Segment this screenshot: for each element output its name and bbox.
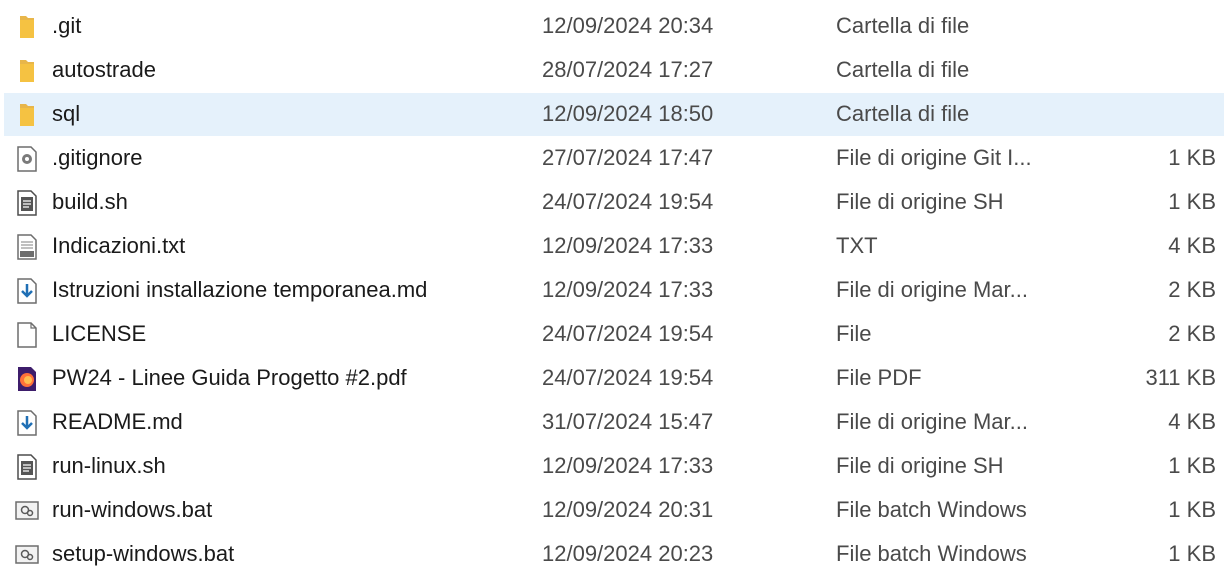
blank-file-icon (14, 321, 40, 349)
file-type: File batch Windows (836, 497, 1027, 522)
file-size: 4 KB (1168, 409, 1216, 434)
folder-icon (14, 101, 40, 129)
gear-file-icon (14, 145, 40, 173)
file-type: File PDF (836, 365, 922, 390)
file-date: 24/07/2024 19:54 (542, 321, 714, 346)
file-type: File batch Windows (836, 541, 1027, 566)
file-list: .git 12/09/2024 20:34 Cartella di file a… (0, 0, 1229, 570)
file-name: run-windows.bat (52, 497, 213, 522)
file-name: setup-windows.bat (52, 541, 235, 566)
file-row-license[interactable]: LICENSE 24/07/2024 19:54 File 2 KB (4, 313, 1224, 356)
file-size: 1 KB (1168, 145, 1216, 170)
file-date: 27/07/2024 17:47 (542, 145, 714, 170)
file-size: 2 KB (1168, 277, 1216, 302)
folder-icon (14, 57, 40, 85)
firefox-pdf-icon (14, 365, 40, 393)
file-row-git[interactable]: .git 12/09/2024 20:34 Cartella di file (4, 5, 1224, 48)
file-date: 24/07/2024 19:54 (542, 189, 714, 214)
file-date: 12/09/2024 18:50 (542, 101, 714, 126)
file-row-run-windows-bat[interactable]: run-windows.bat 12/09/2024 20:31 File ba… (4, 489, 1224, 532)
file-size: 1 KB (1168, 497, 1216, 522)
file-date: 12/09/2024 17:33 (542, 277, 714, 302)
file-row-sql[interactable]: sql 12/09/2024 18:50 Cartella di file (4, 93, 1224, 136)
folder-icon (14, 13, 40, 41)
file-date: 12/09/2024 20:31 (542, 497, 714, 522)
file-name: autostrade (52, 57, 156, 82)
file-name: run-linux.sh (52, 453, 166, 478)
file-name: PW24 - Linee Guida Progetto #2.pdf (52, 365, 407, 390)
file-type: Cartella di file (836, 101, 970, 126)
file-row-istruzioni-md[interactable]: Istruzioni installazione temporanea.md 1… (4, 269, 1224, 312)
file-name: .gitignore (52, 145, 143, 170)
file-row-pw24-pdf[interactable]: PW24 - Linee Guida Progetto #2.pdf 24/07… (4, 357, 1224, 400)
file-size: 1 KB (1168, 189, 1216, 214)
file-type: File di origine SH (836, 453, 1004, 478)
file-name: Istruzioni installazione temporanea.md (52, 277, 428, 302)
file-date: 31/07/2024 15:47 (542, 409, 714, 434)
file-type: TXT (836, 233, 878, 258)
file-name: README.md (52, 409, 183, 434)
file-size: 1 KB (1168, 541, 1216, 566)
file-date: 12/09/2024 20:34 (542, 13, 714, 38)
file-date: 12/09/2024 17:33 (542, 233, 714, 258)
file-type: Cartella di file (836, 57, 970, 82)
batch-file-icon (14, 497, 40, 525)
script-file-icon (14, 189, 40, 217)
file-name: .git (52, 13, 82, 38)
file-type: File di origine Mar... (836, 409, 1028, 434)
file-name: sql (52, 101, 81, 126)
markdown-file-icon (14, 409, 40, 437)
file-size: 2 KB (1168, 321, 1216, 346)
file-type: File di origine Mar... (836, 277, 1028, 302)
script-file-icon (14, 453, 40, 481)
file-date: 12/09/2024 17:33 (542, 453, 714, 478)
file-name: Indicazioni.txt (52, 233, 186, 258)
file-row-build-sh[interactable]: build.sh 24/07/2024 19:54 File di origin… (4, 181, 1224, 224)
file-name: LICENSE (52, 321, 147, 346)
file-type: Cartella di file (836, 13, 970, 38)
file-size: 4 KB (1168, 233, 1216, 258)
file-type: File (836, 321, 872, 346)
file-row-gitignore[interactable]: .gitignore 27/07/2024 17:47 File di orig… (4, 137, 1224, 180)
markdown-file-icon (14, 277, 40, 305)
file-type: File di origine Git I... (836, 145, 1032, 170)
file-size: 1 KB (1168, 453, 1216, 478)
file-date: 12/09/2024 20:23 (542, 541, 714, 566)
text-file-icon (14, 233, 40, 261)
file-date: 28/07/2024 17:27 (542, 57, 714, 82)
file-size: 311 KB (1145, 365, 1216, 390)
file-row-readme-md[interactable]: README.md 31/07/2024 15:47 File di origi… (4, 401, 1224, 444)
file-row-indicazioni-txt[interactable]: Indicazioni.txt 12/09/2024 17:33 TXT 4 K… (4, 225, 1224, 268)
batch-file-icon (14, 541, 40, 569)
file-row-autostrade[interactable]: autostrade 28/07/2024 17:27 Cartella di … (4, 49, 1224, 92)
file-name: build.sh (52, 189, 128, 214)
file-type: File di origine SH (836, 189, 1004, 214)
file-row-run-linux-sh[interactable]: run-linux.sh 12/09/2024 17:33 File di or… (4, 445, 1224, 488)
file-date: 24/07/2024 19:54 (542, 365, 714, 390)
